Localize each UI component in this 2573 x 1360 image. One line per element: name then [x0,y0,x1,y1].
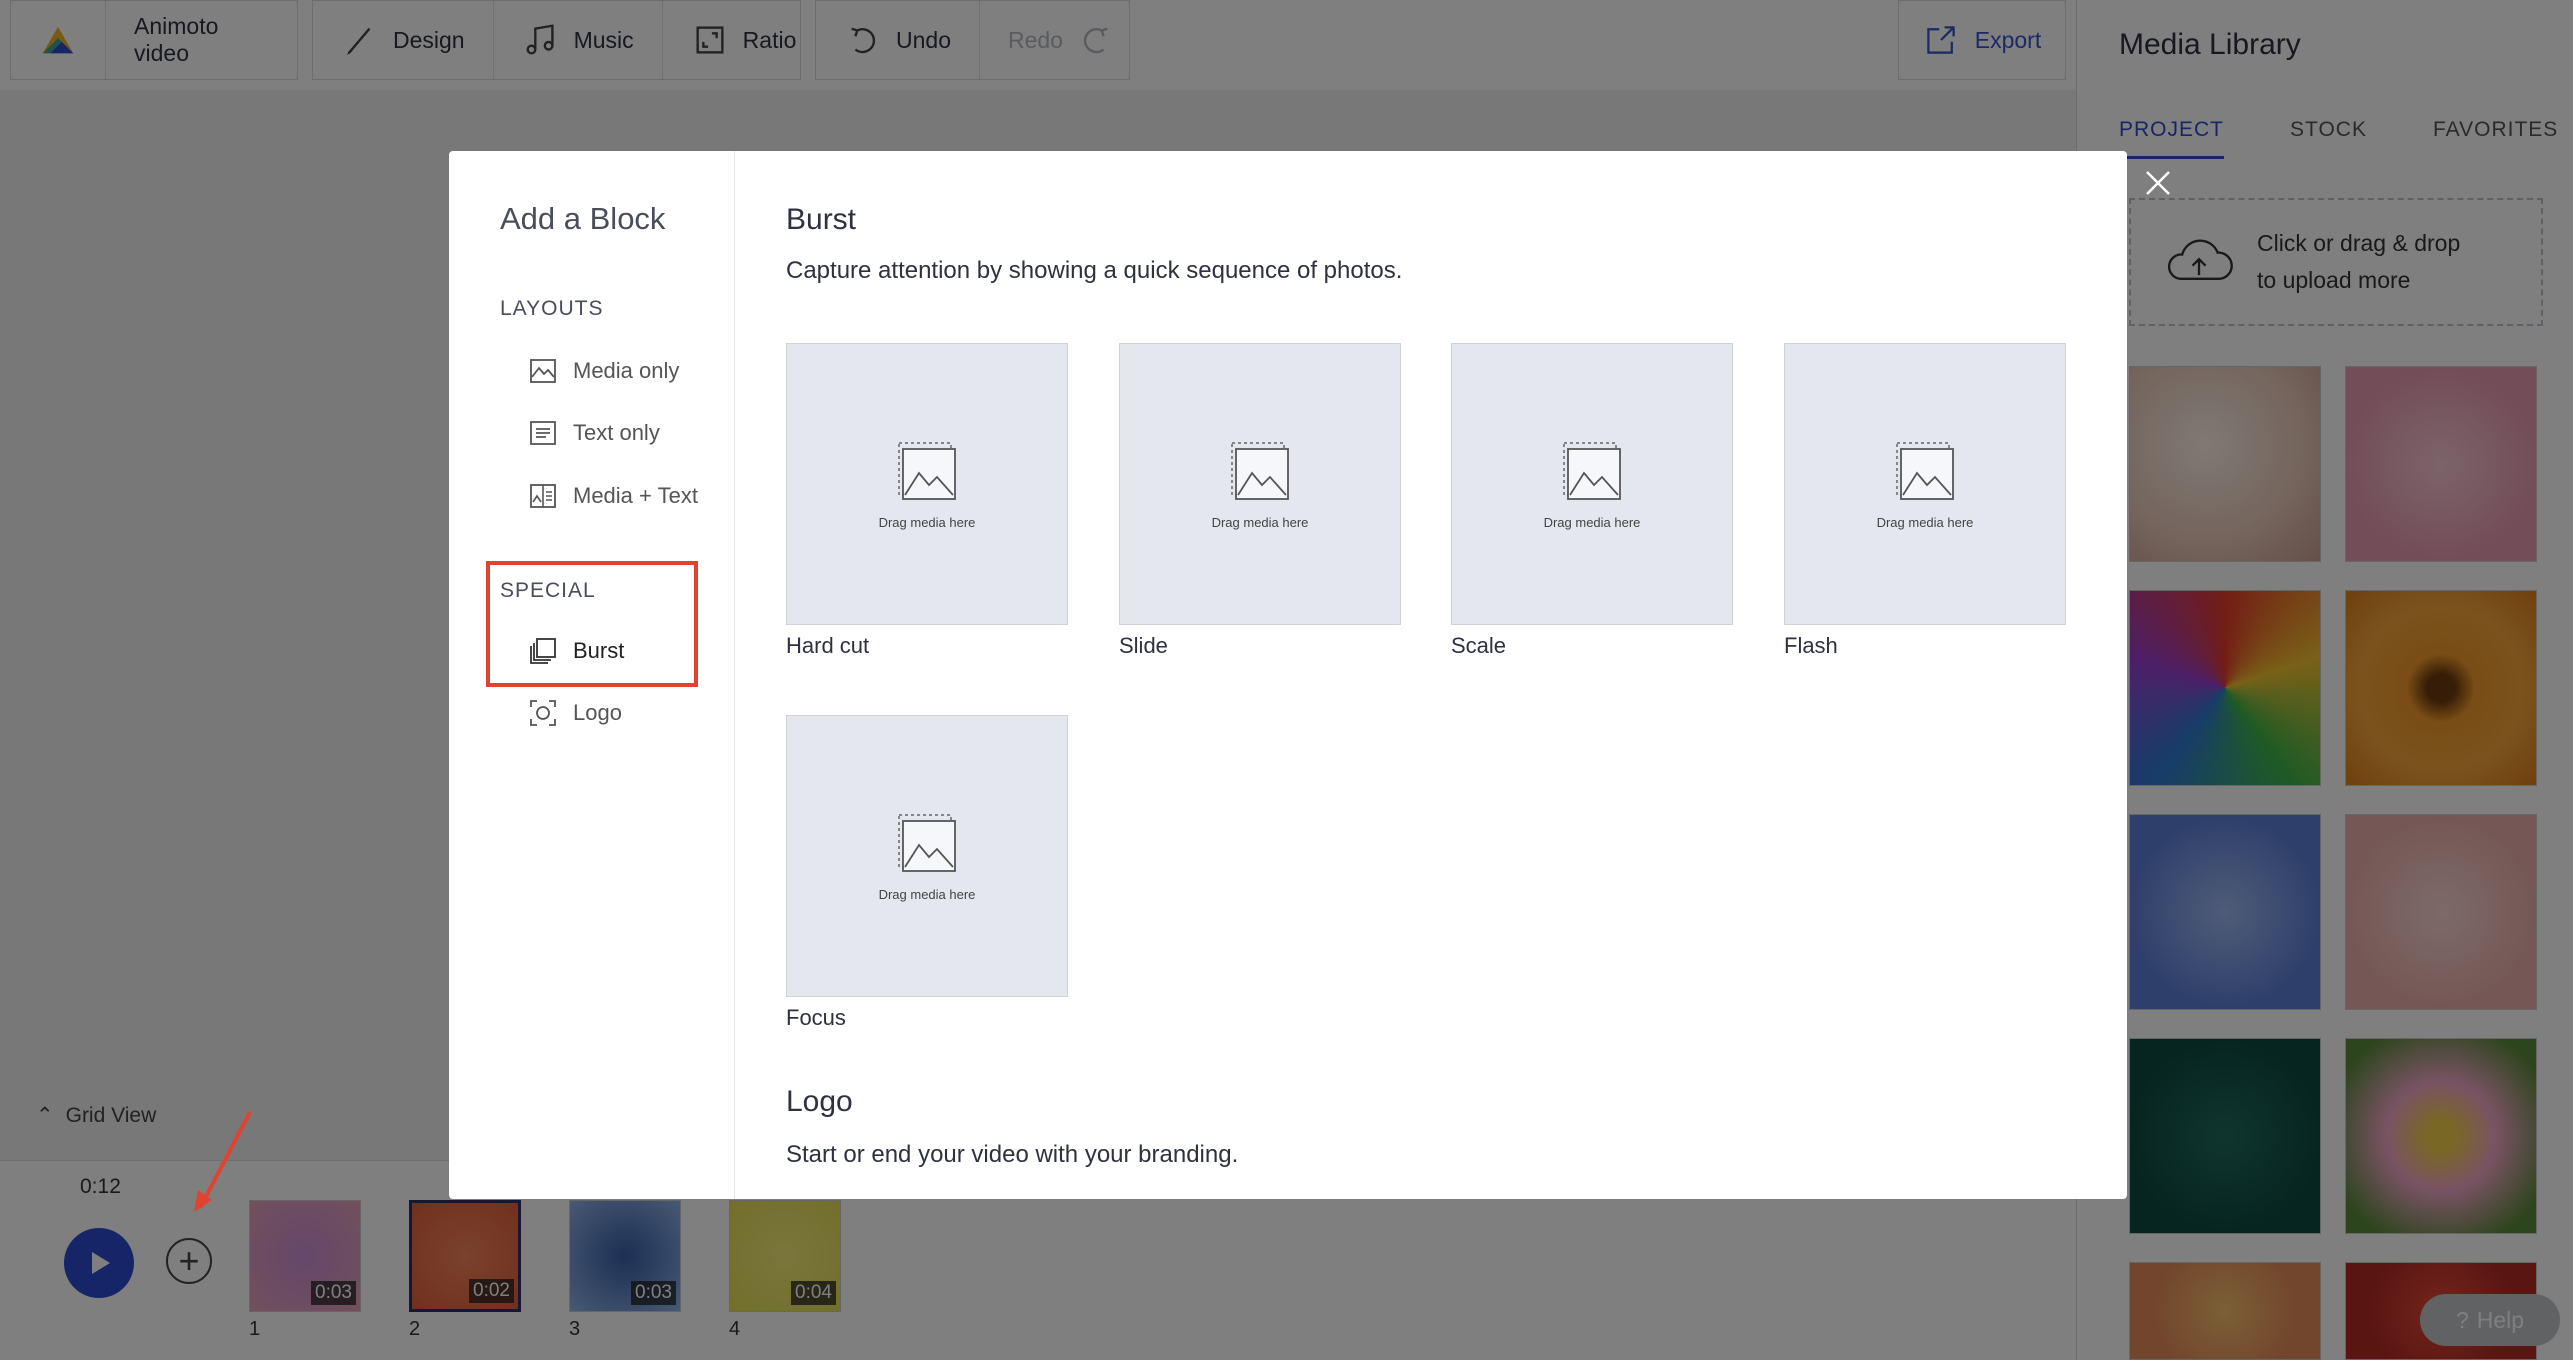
burst-option-slide[interactable]: Drag media here [1119,343,1401,625]
layouts-header: LAYOUTS [500,297,604,320]
sidebar-item-text-only[interactable]: Text only [529,419,660,447]
modal-title: Add a Block [500,201,666,236]
burst-option-label: Flash [1784,633,1838,658]
sidebar-item-label: Media only [573,358,680,383]
highlight-box [486,561,698,687]
drag-media-label: Drag media here [1876,514,1974,530]
add-block-modal: Add a Block LAYOUTS Media only Text only… [449,151,2127,1199]
drag-media-label: Drag media here [878,514,976,530]
burst-option-focus[interactable]: Drag media here [786,715,1068,997]
logo-description: Start or end your video with your brandi… [786,1141,1239,1168]
burst-option-label: Slide [1119,633,1168,658]
block-type-sidebar: Add a Block LAYOUTS Media only Text only… [449,151,735,1199]
sidebar-item-media-only[interactable]: Media only [529,357,679,385]
media-text-icon [530,484,556,508]
sidebar-item-label: Media + Text [573,483,698,508]
media-placeholder-icon [1896,441,1954,500]
burst-option-label: Focus [786,1005,846,1030]
sidebar-item-label: Logo [573,700,622,725]
sidebar-item-label: Text only [573,420,660,445]
burst-title: Burst [786,203,857,236]
burst-option-label: Scale [1451,633,1507,658]
sidebar-item-logo[interactable]: Logo [529,699,622,727]
logo-icon [530,700,556,726]
burst-option-flash[interactable]: Drag media here [1784,343,2066,625]
close-modal-button[interactable] [2140,165,2176,201]
logo-title: Logo [786,1085,853,1118]
media-placeholder-icon [1563,441,1621,500]
media-placeholder-icon [898,813,956,872]
block-options: Burst Capture attention by showing a qui… [735,151,2127,1199]
media-placeholder-icon [1231,441,1289,500]
drag-media-label: Drag media here [1211,514,1309,530]
close-icon [2146,171,2170,195]
media-placeholder-icon [898,441,956,500]
drag-media-label: Drag media here [1543,514,1641,530]
sidebar-item-media-text[interactable]: Media + Text [529,482,698,510]
burst-option-label: Hard cut [786,633,870,658]
burst-description: Capture attention by showing a quick seq… [786,257,1403,284]
image-icon [530,359,556,383]
drag-media-label: Drag media here [878,886,976,902]
text-icon [530,421,556,445]
burst-option-scale[interactable]: Drag media here [1451,343,1733,625]
burst-option-hard-cut[interactable]: Drag media here [786,343,1068,625]
annotation-arrow [194,1111,252,1212]
